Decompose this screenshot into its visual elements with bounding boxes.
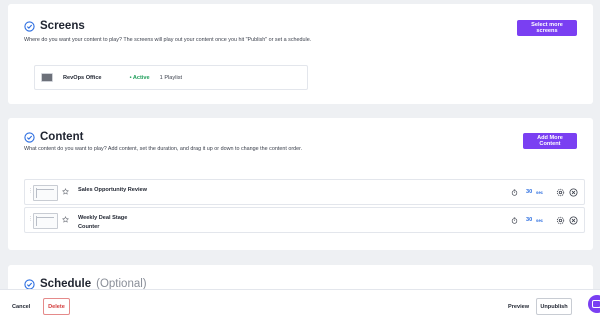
screens-section: Screens Where do you want your content t… <box>8 4 593 104</box>
delete-button[interactable]: Delete <box>43 298 70 315</box>
check-circle-icon <box>24 20 35 32</box>
screen-name: RevOps Office <box>63 74 102 81</box>
select-more-screens-button[interactable]: Select more screens <box>517 20 577 36</box>
screen-thumbnail <box>41 73 53 82</box>
content-description: What content do you want to play? Add co… <box>24 146 303 152</box>
content-item[interactable]: ⋮⋮ Sales Opportunity Review 30 sec <box>24 179 585 205</box>
duration-unit: sec <box>536 218 543 223</box>
drag-handle-icon[interactable]: ⋮⋮ <box>28 189 37 196</box>
timer-icon <box>511 217 518 224</box>
screens-title: Screens <box>40 20 85 32</box>
chat-icon[interactable] <box>588 295 600 313</box>
cancel-button[interactable]: Cancel <box>12 300 31 314</box>
duration-unit: sec <box>536 190 543 195</box>
content-heading: Content <box>24 131 83 143</box>
screens-heading: Screens <box>24 20 85 32</box>
screens-description: Where do you want your content to play? … <box>24 37 312 43</box>
status-badge: • Active <box>129 74 150 81</box>
gear-icon[interactable] <box>556 188 565 197</box>
add-more-content-button[interactable]: Add More Content <box>523 133 577 149</box>
gear-icon[interactable] <box>556 216 565 225</box>
content-title: Content <box>40 131 84 143</box>
check-circle-icon <box>24 131 35 143</box>
preview-button[interactable]: Preview <box>508 300 530 314</box>
drag-handle-icon[interactable]: ⋮⋮ <box>28 217 37 224</box>
content-item-title: Weekly Deal Stage Counter <box>78 215 128 230</box>
check-circle-icon <box>24 278 35 290</box>
unpublish-button[interactable]: Unpublish <box>536 298 572 315</box>
timer-icon <box>511 189 518 196</box>
content-thumbnail <box>33 185 58 201</box>
content-item-title: Sales Opportunity Review <box>78 187 148 193</box>
star-icon[interactable] <box>62 216 69 223</box>
footer-bar: Cancel Delete Preview Unpublish <box>0 289 600 320</box>
content-section: Content What content do you want to play… <box>8 118 593 250</box>
duration-input[interactable]: 30 <box>526 189 532 195</box>
close-icon[interactable] <box>569 216 578 225</box>
content-item[interactable]: ⋮⋮ Weekly Deal Stage Counter 30 sec <box>24 207 585 233</box>
screen-item[interactable]: RevOps Office • Active 1 Playlist <box>34 65 308 90</box>
close-icon[interactable] <box>569 188 578 197</box>
content-thumbnail <box>33 213 58 229</box>
duration-input[interactable]: 30 <box>526 217 532 223</box>
star-icon[interactable] <box>62 188 69 195</box>
playlist-count: 1 Playlist <box>159 74 183 81</box>
